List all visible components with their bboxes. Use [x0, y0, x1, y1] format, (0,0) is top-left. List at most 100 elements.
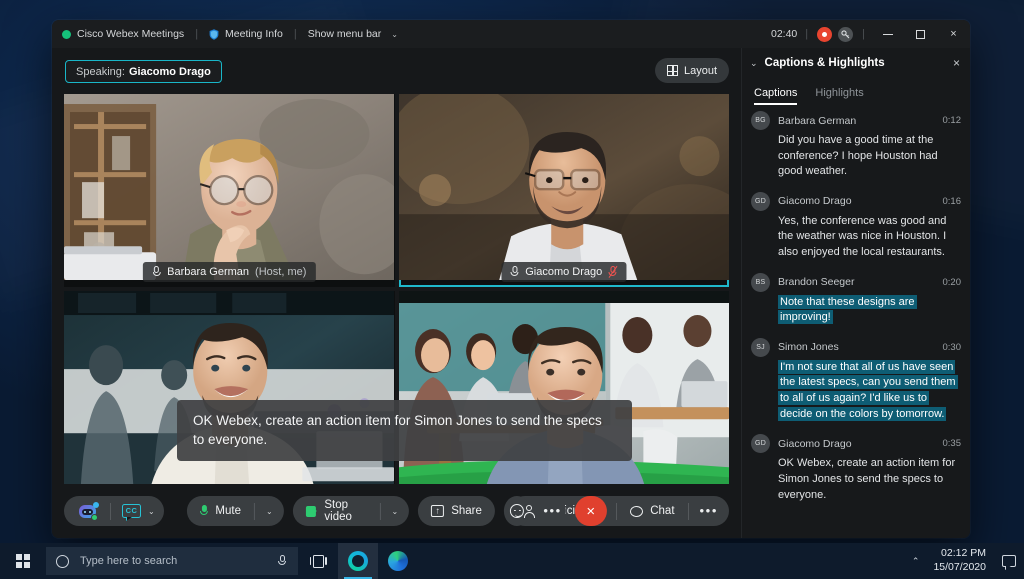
mute-button[interactable]: Mute ⌄	[186, 496, 283, 526]
video-options-button[interactable]: ⌄	[381, 496, 410, 526]
titlebar-separator: |	[862, 28, 865, 40]
search-input[interactable]: Type here to search	[46, 547, 298, 575]
caption-text-highlighted[interactable]: I'm not sure that all of us have seen th…	[778, 360, 961, 422]
collapse-chevron-icon[interactable]: ⌄	[750, 58, 758, 69]
webex-taskbar-icon	[348, 551, 368, 571]
caption-meta-row: GD Giacomo Drago 0:16	[751, 192, 961, 211]
participants-icon	[523, 505, 536, 518]
share-button[interactable]: Share	[418, 496, 495, 526]
meeting-info-label: Meeting Info	[225, 28, 283, 40]
titlebar-separator: |	[805, 28, 808, 40]
end-meeting-button[interactable]: ×	[575, 496, 607, 526]
chat-bubble-icon	[630, 506, 643, 517]
clock-date: 15/07/2020	[933, 561, 986, 575]
minimize-button[interactable]	[871, 20, 904, 48]
caption-timestamp: 0:16	[943, 196, 962, 207]
system-tray: ⌃ 02:12 PM 15/07/2020	[912, 547, 1024, 575]
avatar: SJ	[751, 338, 770, 357]
chevron-down-icon: ⌄	[266, 507, 273, 516]
chevron-down-icon: ⌄	[392, 507, 399, 516]
tray-expand-chevron-icon[interactable]: ⌃	[912, 556, 920, 567]
window-body: Speaking: Giacomo Drago Layout	[52, 48, 970, 538]
speaking-name: Giacomo Drago	[129, 66, 211, 78]
avatar: BG	[751, 111, 770, 130]
windows-taskbar: Type here to search ⌃ 02:12 PM 15/07/202…	[0, 543, 1024, 579]
caption-text: Did you have a good time at the conferen…	[778, 133, 961, 180]
chevron-down-icon: ⌄	[391, 30, 398, 39]
app-title: Cisco Webex Meetings	[77, 28, 184, 40]
caption-speaker-name: Giacomo Drago	[778, 438, 852, 450]
caption-timestamp: 0:35	[943, 438, 962, 449]
notification-icon[interactable]	[1002, 555, 1016, 567]
recording-indicator-icon[interactable]	[817, 27, 832, 42]
caption-speaker-name: Brandon Seeger	[778, 276, 854, 288]
mute-segment[interactable]: Mute	[186, 496, 254, 526]
caption-entry: BG Barbara German 0:12 Did you have a go…	[751, 111, 961, 180]
microphone-icon	[199, 505, 208, 517]
tab-captions[interactable]: Captions	[754, 87, 797, 105]
more-options-button[interactable]: •••	[539, 496, 565, 526]
captions-panel-title: Captions & Highlights	[765, 57, 885, 69]
tile-participant-role: (Host, me)	[255, 266, 306, 278]
microphone-muted-icon	[608, 266, 617, 278]
avatar: GD	[751, 192, 770, 211]
taskbar-app-webex[interactable]	[338, 543, 378, 579]
video-tile-giacomo-drago[interactable]: Giacomo Drago	[399, 94, 730, 287]
chat-button[interactable]: Chat	[617, 496, 687, 526]
chevron-down-icon: ⌄	[148, 507, 155, 516]
controls-left-group: CC ⌄	[64, 496, 164, 526]
start-button[interactable]	[0, 543, 46, 579]
video-grid: Barbara German (Host, me)	[64, 94, 729, 484]
app-name-group: Cisco Webex Meetings	[62, 28, 184, 40]
caption-meta-row: BS Brandon Seeger 0:20	[751, 273, 961, 292]
taskbar-clock[interactable]: 02:12 PM 15/07/2020	[933, 547, 986, 575]
tile-name-tag: Giacomo Drago	[501, 262, 626, 282]
maximize-button[interactable]	[904, 20, 937, 48]
meeting-info-button[interactable]: Meeting Info	[209, 28, 283, 40]
active-speaker-badge: Speaking: Giacomo Drago	[65, 60, 222, 83]
microphone-icon	[152, 266, 161, 278]
close-panel-button[interactable]: ×	[953, 56, 960, 70]
taskbar-app-edge[interactable]	[378, 543, 418, 579]
video-feed	[64, 94, 394, 280]
caption-entry: GD Giacomo Drago 0:35 OK Webex, create a…	[751, 434, 961, 503]
caption-timestamp: 0:12	[943, 115, 962, 126]
show-menu-bar-button[interactable]: Show menu bar ⌄	[308, 28, 398, 40]
task-view-button[interactable]	[298, 543, 338, 579]
shield-icon	[209, 29, 219, 40]
caption-timestamp: 0:20	[943, 277, 962, 288]
tile-name-tag: Barbara German (Host, me)	[143, 262, 315, 282]
webex-meetings-window: Cisco Webex Meetings | Meeting Info | Sh…	[52, 20, 970, 538]
webex-assistant-bot-icon[interactable]	[77, 502, 99, 520]
caption-text-highlighted[interactable]: Note that these designs are improving!	[778, 295, 961, 326]
microphone-icon[interactable]	[278, 555, 286, 567]
video-tile-barbara-german[interactable]: Barbara German (Host, me)	[64, 94, 395, 287]
share-segment[interactable]: Share	[418, 496, 495, 526]
captions-list[interactable]: BG Barbara German 0:12 Did you have a go…	[742, 105, 970, 538]
show-menu-bar-label: Show menu bar	[308, 28, 382, 40]
live-subtitle-overlay: OK Webex, create an action item for Simo…	[177, 400, 632, 461]
layout-button[interactable]: Layout	[655, 58, 729, 83]
microphone-icon	[510, 266, 519, 278]
caption-meta-row: SJ Simon Jones 0:30	[751, 338, 961, 357]
close-button[interactable]: ×	[937, 20, 970, 48]
meeting-controls-bar: CC ⌄ Mute ⌄	[52, 484, 741, 538]
stop-video-button[interactable]: Stop video ⌄	[293, 496, 410, 526]
stop-video-segment[interactable]: Stop video	[293, 496, 380, 526]
controls-center-group: Mute ⌄ Stop video	[186, 496, 606, 526]
tab-highlights[interactable]: Highlights	[815, 87, 863, 105]
caption-text: Yes, the conference was good and the wea…	[778, 214, 961, 261]
encryption-key-icon[interactable]	[838, 27, 853, 42]
captions-panel-header: ⌄ Captions & Highlights ×	[742, 48, 970, 78]
tile-participant-name: Giacomo Drago	[525, 266, 602, 278]
caption-entry: BS Brandon Seeger 0:20 Note that these d…	[751, 273, 961, 326]
closed-captions-button[interactable]: CC ⌄	[111, 496, 164, 526]
meeting-elapsed-time: 02:40	[771, 28, 797, 40]
share-label: Share	[451, 505, 482, 517]
avatar: GD	[751, 434, 770, 453]
grid-layout-icon	[667, 65, 678, 76]
panel-more-options-button[interactable]: •••	[689, 496, 729, 526]
caption-timestamp: 0:30	[943, 342, 962, 353]
mute-options-button[interactable]: ⌄	[255, 496, 284, 526]
status-dot-icon	[62, 30, 71, 39]
